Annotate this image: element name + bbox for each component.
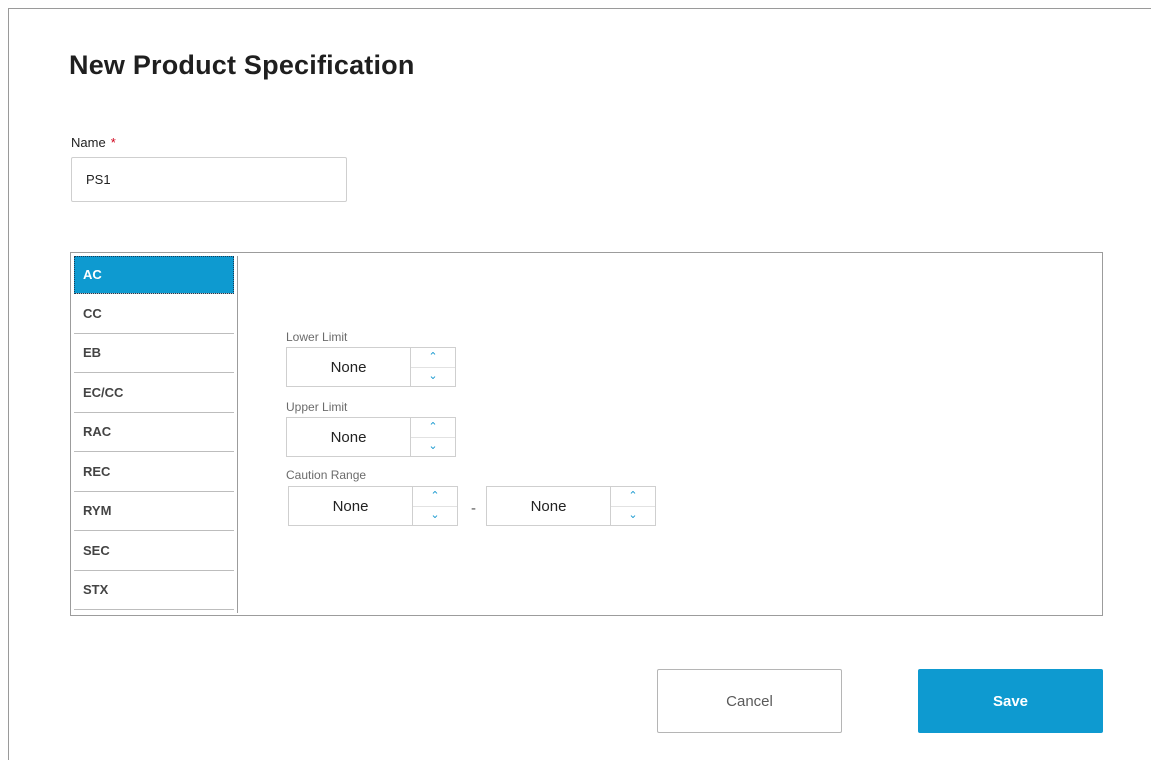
- name-label-text: Name: [71, 135, 106, 150]
- caution-range-to-stepper: None ⌃ ⌄: [486, 486, 656, 526]
- upper-limit-stepper: None ⌃ ⌄: [286, 417, 456, 457]
- caution-range-from-value[interactable]: None: [289, 487, 412, 525]
- chevron-down-icon[interactable]: ⌄: [411, 368, 455, 387]
- lower-limit-buttons: ⌃ ⌄: [410, 348, 455, 386]
- name-field-label: Name *: [71, 135, 116, 150]
- upper-limit-label: Upper Limit: [286, 400, 348, 414]
- spec-list-item-stx[interactable]: STX: [74, 571, 234, 610]
- name-input[interactable]: [71, 157, 347, 202]
- spec-list-item-sec[interactable]: SEC: [74, 531, 234, 571]
- range-separator: -: [471, 500, 476, 517]
- chevron-up-icon[interactable]: ⌃: [411, 418, 455, 438]
- spec-list-item-rac[interactable]: RAC: [74, 413, 234, 452]
- page-title: New Product Specification: [69, 50, 415, 80]
- lower-limit-value[interactable]: None: [287, 348, 410, 386]
- lower-limit-stepper: None ⌃ ⌄: [286, 347, 456, 387]
- caution-range-to-value[interactable]: None: [487, 487, 610, 525]
- cancel-button[interactable]: Cancel: [657, 669, 842, 733]
- chevron-up-icon[interactable]: ⌃: [411, 348, 455, 368]
- upper-limit-value[interactable]: None: [287, 418, 410, 456]
- lower-limit-label: Lower Limit: [286, 330, 348, 344]
- chevron-up-icon[interactable]: ⌃: [413, 487, 457, 507]
- spec-list-item-ec-cc[interactable]: EC/CC: [74, 373, 234, 413]
- caution-to-buttons: ⌃ ⌄: [610, 487, 655, 525]
- spec-list-item-cc[interactable]: CC: [74, 294, 234, 334]
- caution-range-from-stepper: None ⌃ ⌄: [288, 486, 458, 526]
- spec-list-item-rec[interactable]: REC: [74, 452, 234, 492]
- save-button[interactable]: Save: [918, 669, 1103, 733]
- caution-range-label: Caution Range: [286, 468, 367, 482]
- spec-list-item-eb[interactable]: EB: [74, 334, 234, 373]
- upper-limit-buttons: ⌃ ⌄: [410, 418, 455, 456]
- chevron-down-icon[interactable]: ⌄: [413, 507, 457, 526]
- chevron-down-icon[interactable]: ⌄: [411, 438, 455, 457]
- chevron-up-icon[interactable]: ⌃: [611, 487, 655, 507]
- spec-type-list: AC CC EB EC/CC RAC REC RYM SEC STX: [74, 256, 238, 613]
- spec-list-item-ac[interactable]: AC: [74, 256, 234, 294]
- caution-from-buttons: ⌃ ⌄: [412, 487, 457, 525]
- required-marker: *: [110, 135, 116, 150]
- spec-panel: AC CC EB EC/CC RAC REC RYM SEC STX: [70, 252, 1103, 616]
- spec-list-item-rym[interactable]: RYM: [74, 492, 234, 531]
- chevron-down-icon[interactable]: ⌄: [611, 507, 655, 526]
